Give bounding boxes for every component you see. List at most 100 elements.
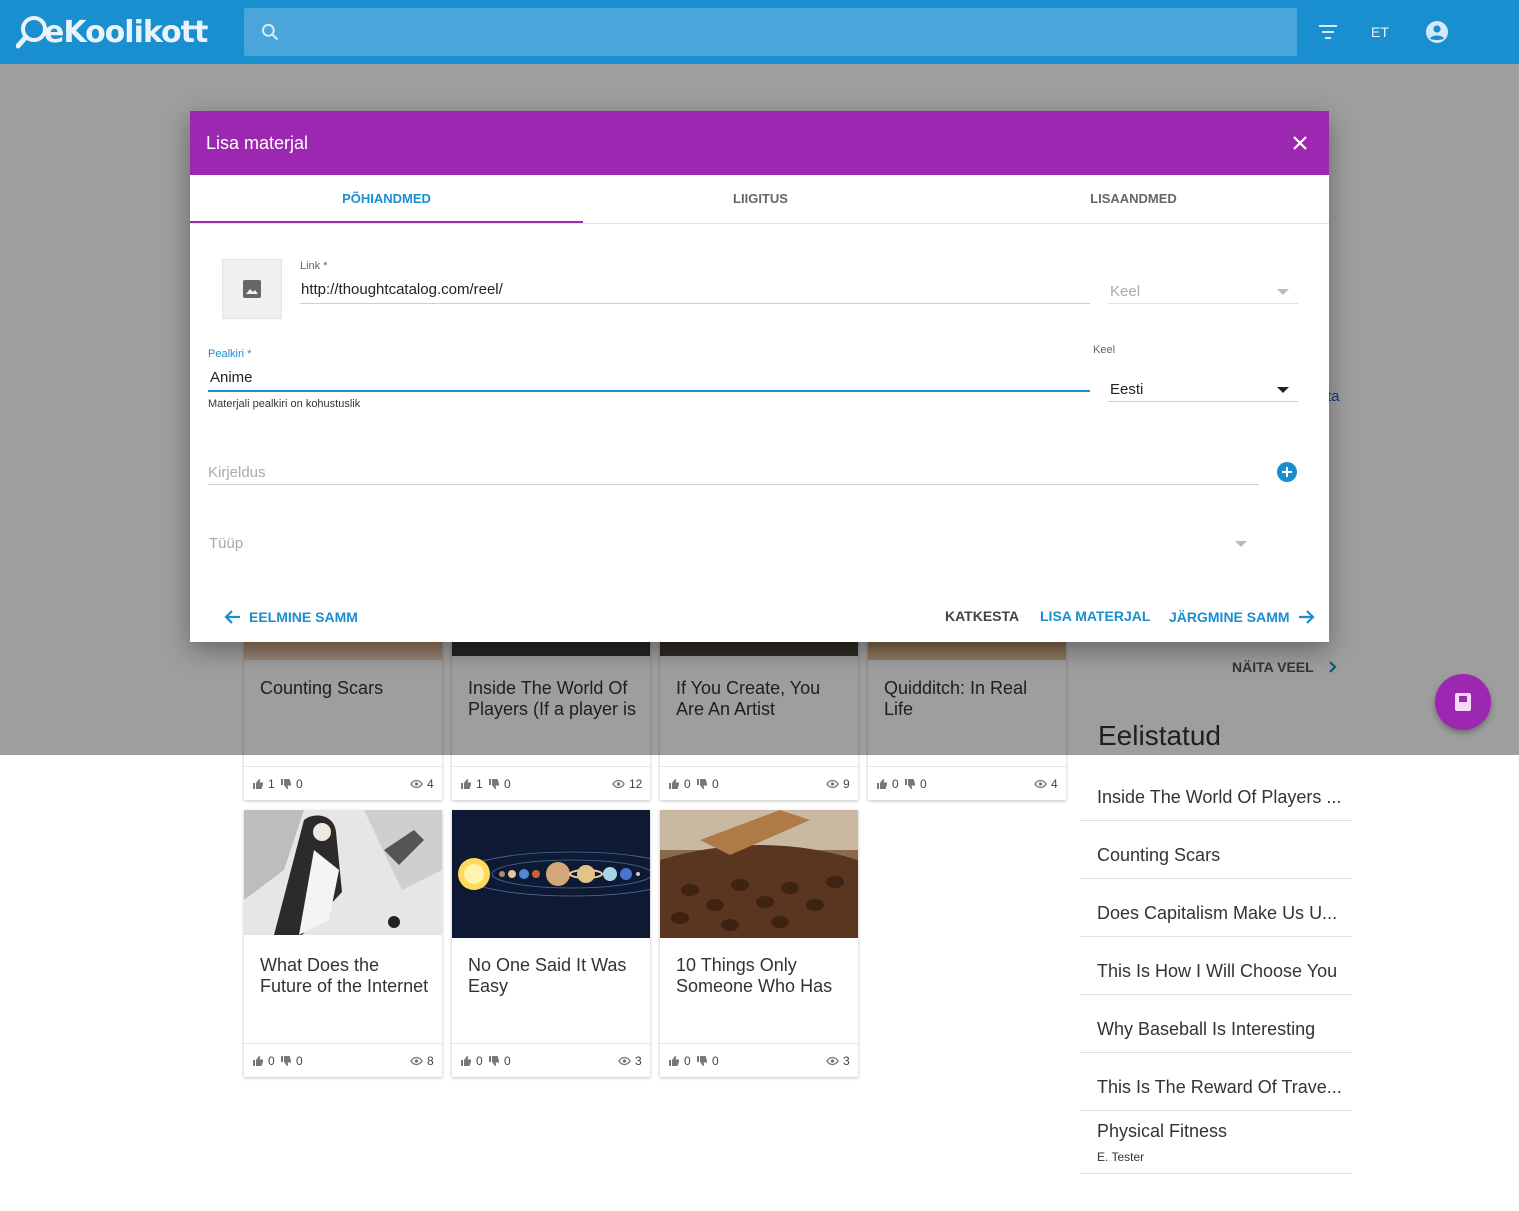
chevron-down-icon bbox=[1277, 387, 1289, 393]
material-card[interactable]: What Does the Future of the Internet 0 0… bbox=[244, 810, 442, 1077]
thumb-up-icon[interactable] bbox=[668, 778, 680, 790]
views-icon bbox=[826, 779, 839, 789]
thumb-up-icon[interactable] bbox=[668, 1055, 680, 1067]
language-switcher[interactable]: ET bbox=[1371, 24, 1389, 40]
language-select[interactable]: Eesti bbox=[1110, 381, 1143, 398]
thumbnail-picker[interactable] bbox=[222, 259, 282, 319]
featured-item[interactable]: Counting Scars bbox=[1080, 828, 1352, 879]
description-input[interactable]: Kirjeldus bbox=[208, 464, 266, 481]
card-image bbox=[244, 810, 442, 935]
add-circle-icon[interactable] bbox=[1277, 462, 1297, 482]
add-material-button[interactable]: LISA MATERJAL bbox=[1040, 608, 1150, 624]
featured-item-title: Physical Fitness bbox=[1097, 1121, 1228, 1141]
filter-icon[interactable] bbox=[1318, 22, 1338, 42]
chevron-down-icon bbox=[1277, 289, 1289, 295]
card-stats: 0 0 9 bbox=[660, 766, 858, 800]
previous-step-label: EELMINE SAMM bbox=[249, 609, 358, 625]
logo[interactable]: eKoolikott bbox=[16, 12, 208, 52]
view-count: 3 bbox=[635, 1054, 642, 1068]
cancel-button[interactable]: KATKESTA bbox=[945, 608, 1019, 624]
featured-item-title: Inside The World Of Players ... bbox=[1097, 787, 1342, 807]
featured-item[interactable]: Physical Fitness E. Tester bbox=[1080, 1110, 1352, 1174]
card-image bbox=[660, 810, 858, 938]
thumb-down-icon[interactable] bbox=[280, 1055, 292, 1067]
like-count: 0 bbox=[684, 1054, 691, 1068]
card-title: No One Said It Was Easy bbox=[468, 955, 627, 996]
solar-system-image bbox=[452, 810, 650, 938]
language-underline bbox=[1108, 401, 1298, 402]
material-card[interactable]: 10 Things Only Someone Who Has 0 0 3 bbox=[660, 810, 858, 1077]
link-language-underline bbox=[1108, 303, 1298, 304]
featured-item[interactable]: This Is The Reward Of Trave... bbox=[1080, 1060, 1352, 1111]
next-step-button[interactable]: JÄRGMINE SAMM bbox=[1169, 608, 1315, 626]
account-icon[interactable] bbox=[1425, 20, 1449, 44]
featured-item[interactable]: This Is How I Will Choose You bbox=[1080, 944, 1352, 995]
views-icon bbox=[1034, 779, 1047, 789]
thumb-down-icon[interactable] bbox=[696, 778, 708, 790]
description-underline bbox=[208, 484, 1259, 485]
thumb-down-icon[interactable] bbox=[904, 778, 916, 790]
tab-liigitus[interactable]: LIIGITUS bbox=[564, 175, 957, 223]
like-count: 1 bbox=[476, 777, 483, 791]
app-header: eKoolikott ET bbox=[0, 0, 1519, 64]
view-count: 4 bbox=[1051, 777, 1058, 791]
thumb-up-icon[interactable] bbox=[876, 778, 888, 790]
chevron-down-icon bbox=[1235, 541, 1247, 547]
like-count: 0 bbox=[684, 777, 691, 791]
card-title: What Does the Future of the Internet bbox=[260, 955, 429, 996]
featured-item[interactable]: Inside The World Of Players ... bbox=[1080, 770, 1352, 821]
view-count: 9 bbox=[843, 777, 850, 791]
card-title: 10 Things Only Someone Who Has bbox=[676, 955, 833, 996]
image-icon bbox=[243, 280, 261, 298]
thumb-up-icon[interactable] bbox=[460, 778, 472, 790]
thumb-down-icon[interactable] bbox=[488, 1055, 500, 1067]
views-icon bbox=[410, 1056, 423, 1066]
view-count: 12 bbox=[629, 777, 643, 791]
card-stats: 1 0 4 bbox=[244, 766, 442, 800]
dialog-tabs: PÕHIANDMED LIIGITUS LISAANDMED bbox=[190, 175, 1329, 224]
featured-item-title: This Is The Reward Of Trave... bbox=[1097, 1077, 1342, 1097]
like-count: 0 bbox=[268, 1054, 275, 1068]
link-underline bbox=[300, 303, 1090, 304]
dislike-count: 0 bbox=[712, 1054, 719, 1068]
thumb-up-icon[interactable] bbox=[252, 1055, 264, 1067]
card-image bbox=[452, 810, 650, 938]
add-material-dialog: Lisa materjal PÕHIANDMED LIIGITUS LISAAN… bbox=[190, 111, 1329, 642]
previous-step-button[interactable]: EELMINE SAMM bbox=[224, 608, 358, 626]
thumb-up-icon[interactable] bbox=[460, 1055, 472, 1067]
card-stats: 0 0 8 bbox=[244, 1043, 442, 1077]
title-label: Pealkiri * bbox=[208, 348, 252, 360]
title-hint: Materjali pealkiri on kohustuslik bbox=[208, 398, 361, 410]
featured-item[interactable]: Why Baseball Is Interesting bbox=[1080, 1002, 1352, 1053]
close-icon[interactable] bbox=[1291, 134, 1309, 152]
title-input[interactable]: Anime bbox=[210, 369, 253, 386]
featured-item-author: E. Tester bbox=[1097, 1150, 1145, 1164]
tab-pohiandmed[interactable]: PÕHIANDMED bbox=[190, 175, 583, 223]
link-language-select[interactable]: Keel bbox=[1110, 283, 1140, 300]
dislike-count: 0 bbox=[920, 777, 927, 791]
featured-item-title: Why Baseball Is Interesting bbox=[1097, 1019, 1316, 1039]
dislike-count: 0 bbox=[712, 777, 719, 791]
dislike-count: 0 bbox=[504, 777, 511, 791]
thumb-down-icon[interactable] bbox=[280, 778, 292, 790]
type-select[interactable]: Tüüp bbox=[209, 535, 243, 552]
views-icon bbox=[612, 779, 625, 789]
tab-lisaandmed[interactable]: LISAANDMED bbox=[937, 175, 1330, 223]
title-underline bbox=[208, 390, 1090, 392]
card-stats: 0 0 3 bbox=[452, 1043, 650, 1077]
featured-item[interactable]: Does Capitalism Make Us U... bbox=[1080, 886, 1352, 937]
material-card[interactable]: No One Said It Was Easy 0 0 3 bbox=[452, 810, 650, 1077]
thumb-down-icon[interactable] bbox=[488, 778, 500, 790]
like-count: 1 bbox=[268, 777, 275, 791]
add-material-label: LISA MATERJAL bbox=[1040, 608, 1151, 624]
link-input[interactable]: http://thoughtcatalog.com/reel/ bbox=[301, 281, 503, 298]
dislike-count: 0 bbox=[504, 1054, 511, 1068]
search-input[interactable] bbox=[244, 8, 1297, 56]
logo-magnifier-icon bbox=[16, 16, 47, 49]
language-label: Keel bbox=[1093, 344, 1116, 356]
dialog-title: Lisa materjal bbox=[206, 133, 309, 153]
thumb-down-icon[interactable] bbox=[696, 1055, 708, 1067]
thumb-up-icon[interactable] bbox=[252, 778, 264, 790]
featured-item-title: Counting Scars bbox=[1097, 845, 1221, 865]
add-material-fab[interactable] bbox=[1435, 674, 1491, 730]
